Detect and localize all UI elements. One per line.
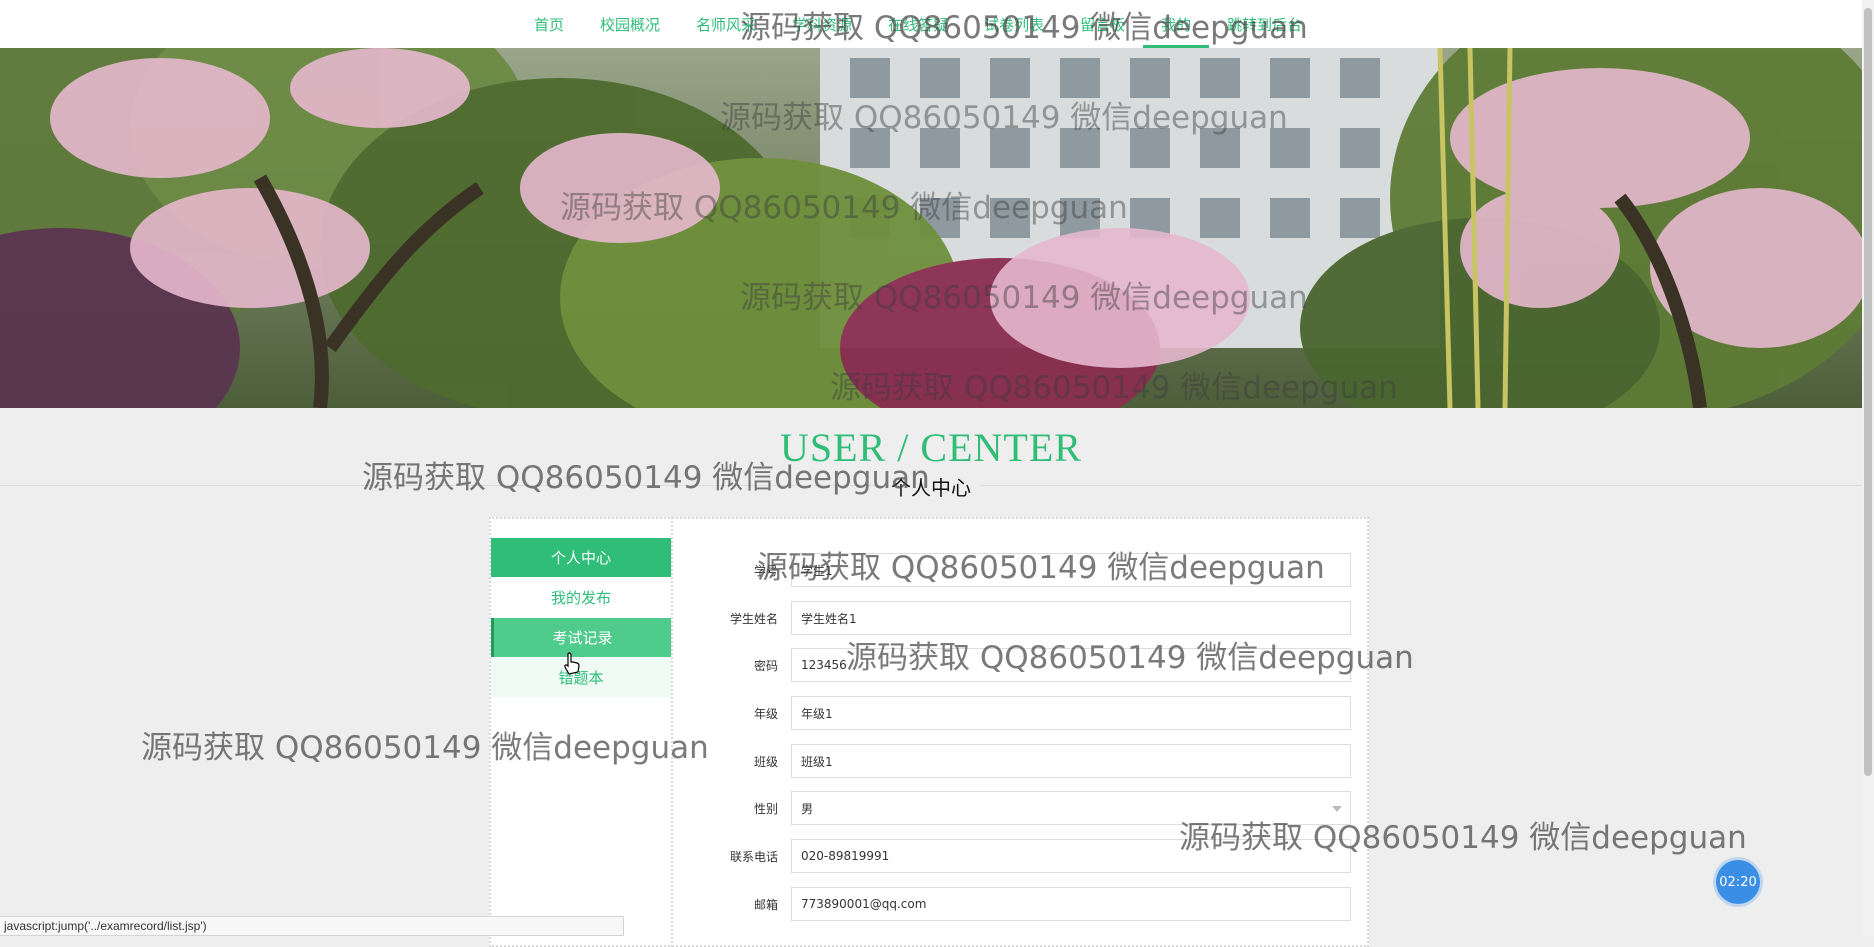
page-scrollbar[interactable] — [1862, 0, 1874, 936]
nav-item-message-board[interactable]: 留言板 — [1062, 0, 1143, 48]
class-input[interactable] — [791, 744, 1351, 778]
hand-cursor-icon — [564, 652, 580, 675]
chevron-down-icon — [1332, 806, 1342, 812]
phone-label: 联系电话 — [729, 850, 778, 864]
page-subtitle: 个人中心 — [0, 472, 1862, 501]
password-label: 密码 — [753, 659, 778, 673]
student-name-input[interactable] — [791, 601, 1351, 635]
nav-item-qa[interactable]: 在线答疑 — [870, 0, 966, 48]
scrollbar-thumb[interactable] — [1864, 8, 1872, 776]
student-id-label: 学号 — [753, 564, 778, 578]
nav-item-campus-overview[interactable]: 校园概况 — [582, 0, 678, 48]
student-id-input[interactable] — [791, 553, 1351, 587]
email-input[interactable] — [791, 887, 1351, 921]
form-row-grade: 年级 — [700, 696, 1352, 732]
nav-item-teachers[interactable]: 名师风采 — [678, 0, 774, 48]
sidebar-item-personal-center[interactable]: 个人中心 — [491, 538, 671, 577]
gender-select[interactable] — [791, 791, 1351, 825]
page-title: USER / CENTER — [780, 425, 1082, 470]
page-subtitle-text: 个人中心 — [881, 476, 981, 500]
browser-status-bar: javascript:jump('../examrecord/list.jsp'… — [0, 916, 624, 936]
top-navigation: 首页 校园概况 名师风采 学科资源 在线答疑 试卷列表 留言板 我的 跳转到后台 — [0, 0, 1862, 49]
sidebar-item-exam-records[interactable]: 考试记录 — [491, 618, 671, 657]
form-row-class: 班级 — [700, 744, 1352, 780]
banner-image — [0, 48, 1862, 408]
sidebar: 个人中心 我的发布 考试记录 错题本 — [489, 517, 673, 947]
nav-item-mine[interactable]: 我的 — [1143, 0, 1210, 48]
form-row-gender: 性别 — [700, 791, 1352, 827]
form-row-password: 密码 — [700, 648, 1352, 684]
sidebar-item-my-posts[interactable]: 我的发布 — [491, 578, 671, 617]
sidebar-item-wrong-questions[interactable]: 错题本 — [491, 658, 671, 697]
form-row-student-id: 学号 — [700, 553, 1352, 589]
student-name-label: 学生姓名 — [729, 612, 778, 626]
nav-menu: 首页 校园概况 名师风采 学科资源 在线答疑 试卷列表 留言板 我的 跳转到后台 — [516, 0, 1320, 48]
nav-item-resources[interactable]: 学科资源 — [774, 0, 870, 48]
form-row-phone: 联系电话 — [700, 839, 1352, 875]
grade-input[interactable] — [791, 696, 1351, 730]
form-row-email: 邮箱 — [700, 887, 1352, 923]
phone-input[interactable] — [791, 839, 1351, 873]
email-label: 邮箱 — [753, 898, 778, 912]
password-input[interactable] — [791, 648, 1351, 682]
nav-item-home[interactable]: 首页 — [516, 0, 582, 48]
grade-label: 年级 — [753, 707, 778, 721]
timer-badge[interactable]: 02:20 — [1716, 860, 1760, 904]
nav-item-admin[interactable]: 跳转到后台 — [1209, 0, 1320, 48]
gender-label: 性别 — [753, 802, 778, 816]
form-row-student-name: 学生姓名 — [700, 601, 1352, 637]
class-label: 班级 — [753, 755, 778, 769]
nav-item-exam-list[interactable]: 试卷列表 — [966, 0, 1062, 48]
